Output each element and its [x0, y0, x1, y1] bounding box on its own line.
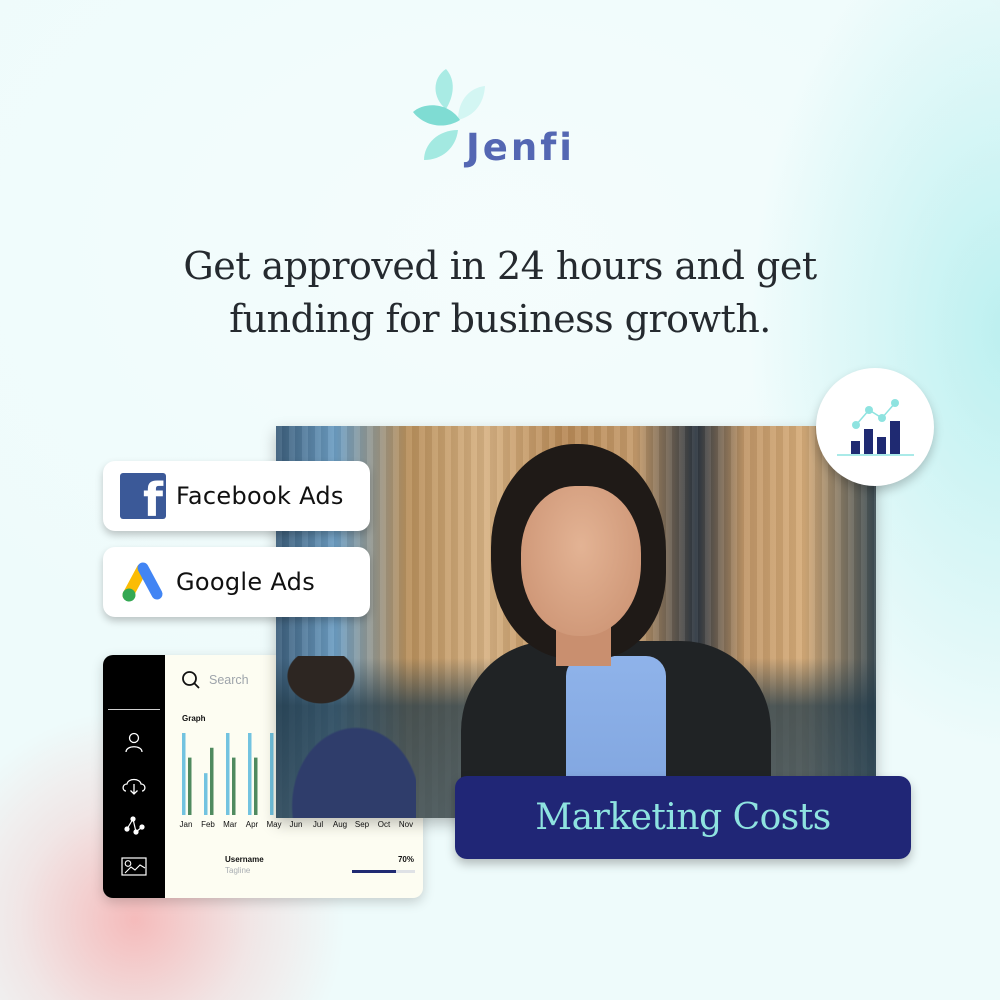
bar-series-2-apr: [254, 757, 258, 815]
month-label-jun: Jun: [290, 820, 303, 829]
progress-bar: [352, 870, 415, 873]
bar-series-2-feb: [210, 747, 214, 815]
background-person: [276, 656, 416, 818]
graph-title: Graph: [182, 714, 206, 723]
cloud-download-icon[interactable]: [120, 773, 148, 797]
dashboard-search[interactable]: Search: [181, 670, 249, 690]
bar-series-1-feb: [204, 773, 208, 815]
month-label-aug: Aug: [333, 820, 347, 829]
month-label-apr: Apr: [246, 820, 259, 829]
facebook-icon: f: [120, 473, 166, 519]
month-label-jul: Jul: [313, 820, 323, 829]
search-input[interactable]: Search: [209, 673, 249, 687]
brand-logo: Jenfi: [410, 64, 600, 174]
user-icon[interactable]: [120, 731, 148, 755]
marketing-costs-label: Marketing Costs: [535, 797, 831, 838]
search-icon: [182, 671, 200, 689]
dashboard-sidebar: [103, 655, 165, 898]
progress-percent: 70%: [397, 855, 414, 864]
marketing-costs-banner: Marketing Costs: [455, 776, 911, 859]
google-ads-label: Google Ads: [176, 568, 315, 596]
user-name: Username: [225, 855, 264, 864]
bar-series-1-apr: [248, 733, 252, 815]
bar-series-1-may: [270, 733, 274, 815]
image-icon[interactable]: [120, 855, 148, 879]
facebook-ads-badge[interactable]: f Facebook Ads: [103, 461, 370, 531]
network-icon[interactable]: [120, 814, 148, 838]
facebook-ads-label: Facebook Ads: [176, 482, 344, 510]
bar-series-2-mar: [232, 757, 236, 815]
person-face: [521, 486, 641, 636]
bar-series-2-jan: [188, 757, 192, 815]
bar-line-chart-icon: [837, 399, 914, 456]
bar-series-1-mar: [226, 733, 230, 815]
google-ads-icon: [122, 562, 163, 602]
sidebar-divider: [108, 709, 160, 710]
brand-name: Jenfi: [466, 126, 575, 169]
progress-bar-fill: [352, 870, 397, 873]
month-label-mar: Mar: [223, 820, 237, 829]
month-label-jan: Jan: [180, 820, 193, 829]
month-label-sep: Sep: [355, 820, 370, 829]
month-label-may: May: [266, 820, 281, 829]
google-ads-badge[interactable]: Google Ads: [103, 547, 370, 617]
user-tagline: Tagline: [225, 866, 251, 875]
month-label-oct: Oct: [378, 820, 391, 829]
month-label-feb: Feb: [201, 820, 215, 829]
month-label-nov: Nov: [399, 820, 413, 829]
headline-line-1: Get approved in 24 hours and get: [183, 244, 817, 288]
headline: Get approved in 24 hours and get funding…: [100, 240, 900, 346]
headline-line-2: funding for business growth.: [229, 297, 771, 341]
chart-badge: [816, 368, 934, 486]
bar-series-1-jan: [182, 733, 186, 815]
